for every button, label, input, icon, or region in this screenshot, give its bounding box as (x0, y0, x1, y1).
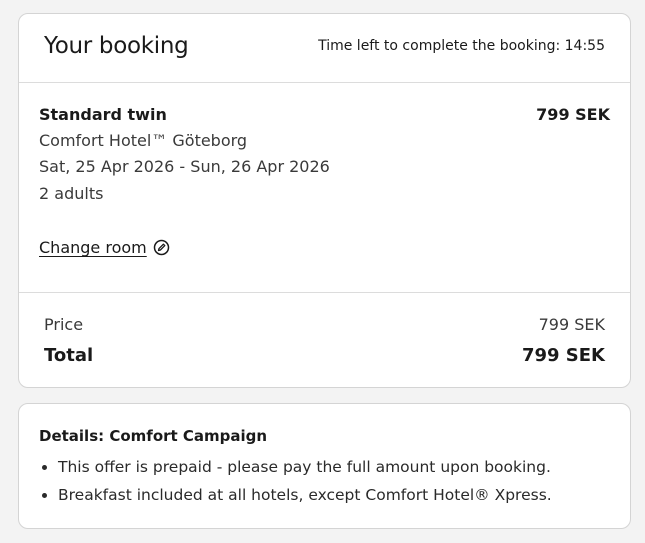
edit-pencil-icon[interactable] (153, 239, 170, 256)
guest-count: 2 adults (39, 184, 104, 203)
details-card: Details: Comfort Campaign This offer is … (18, 403, 631, 529)
price-value: 799 SEK (538, 315, 605, 334)
details-title: Details: Comfort Campaign (39, 427, 268, 445)
booking-card: Your booking Time left to complete the b… (18, 13, 631, 388)
room-section: Standard twin 799 SEK Comfort Hotel™ Göt… (19, 83, 630, 293)
hotel-name: Comfort Hotel™ Göteborg (39, 131, 248, 150)
change-room-link[interactable]: Change room (39, 238, 170, 257)
total-label: Total (44, 345, 94, 366)
price-summary: Price 799 SEK Total 799 SEK (19, 293, 630, 389)
price-label: Price (44, 315, 84, 334)
list-item: Breakfast included at all hotels, except… (39, 481, 552, 509)
booking-header: Your booking Time left to complete the b… (19, 14, 630, 83)
change-room-label[interactable]: Change room (39, 238, 147, 257)
list-item: This offer is prepaid - please pay the f… (39, 453, 552, 481)
room-price: 799 SEK (536, 105, 610, 124)
room-name: Standard twin (39, 105, 167, 124)
details-list: This offer is prepaid - please pay the f… (39, 453, 552, 509)
stay-dates: Sat, 25 Apr 2026 - Sun, 26 Apr 2026 (39, 157, 330, 176)
page-title: Your booking (44, 33, 189, 59)
total-value: 799 SEK (521, 345, 605, 366)
booking-timer: Time left to complete the booking: 14:55 (318, 38, 605, 54)
